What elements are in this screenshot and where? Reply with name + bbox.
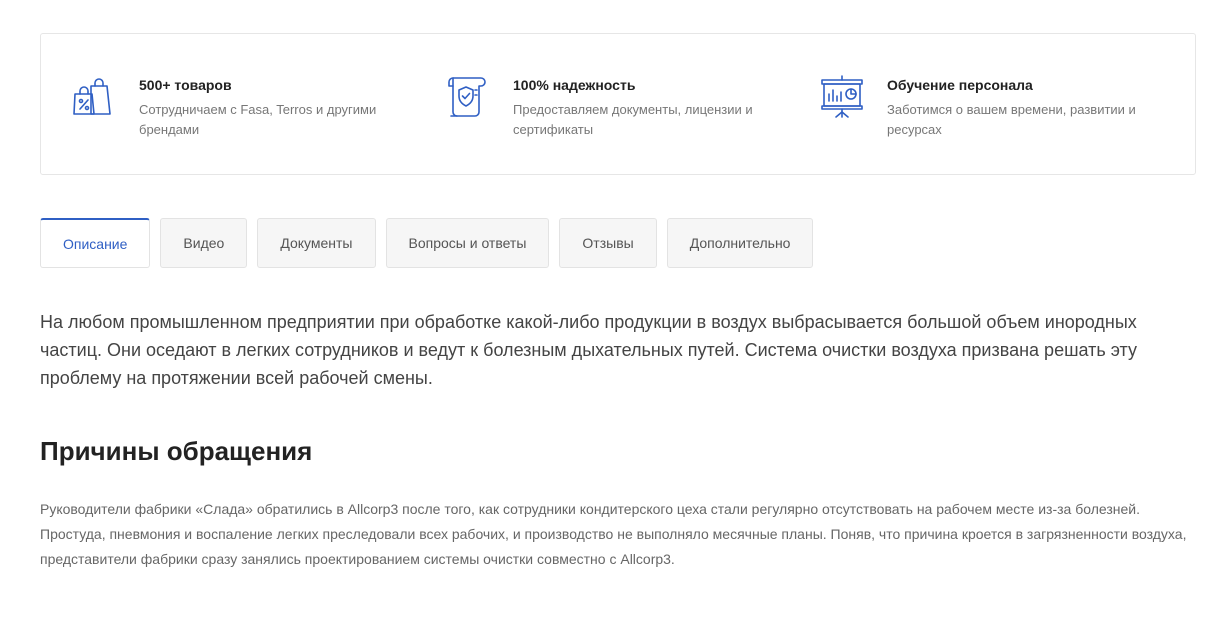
feature-desc: Предоставляем документы, лицензии и серт…: [513, 102, 753, 137]
feature-title: 100% надежность: [513, 77, 636, 93]
features-panel: 500+ товаров Сотрудничаем с Fasa, Terros…: [40, 33, 1196, 175]
tab-bar: Описание Видео Документы Вопросы и ответ…: [40, 218, 823, 268]
tab-additional[interactable]: Дополнительно: [666, 218, 814, 268]
feature-training: Обучение персонала Заботимся о вашем вре…: [819, 74, 1157, 140]
tab-video[interactable]: Видео: [160, 218, 248, 268]
tab-description[interactable]: Описание: [40, 218, 151, 268]
feature-title: Обучение персонала: [887, 77, 1033, 93]
feature-desc: Заботимся о вашем времени, развитии и ре…: [887, 102, 1136, 137]
feature-products: 500+ товаров Сотрудничаем с Fasa, Terros…: [71, 74, 409, 140]
body-paragraph: Руководители фабрики «Слада» обратились …: [40, 501, 1187, 567]
feature-desc: Сотрудничаем с Fasa, Terros и другими бр…: [139, 102, 377, 137]
shopping-bags-percent-icon: [71, 74, 117, 120]
intro-paragraph: На любом промышленном предприятии при об…: [40, 312, 1137, 388]
feature-reliability: 100% надежность Предоставляем документы,…: [445, 74, 783, 140]
feature-title: 500+ товаров: [139, 77, 232, 93]
tab-documents[interactable]: Документы: [257, 218, 376, 268]
section-heading: Причины обращения: [40, 436, 313, 466]
certificate-shield-icon: [445, 74, 491, 120]
presentation-board-icon: [819, 74, 865, 120]
tab-faq[interactable]: Вопросы и ответы: [385, 218, 550, 268]
tab-reviews[interactable]: Отзывы: [559, 218, 657, 268]
